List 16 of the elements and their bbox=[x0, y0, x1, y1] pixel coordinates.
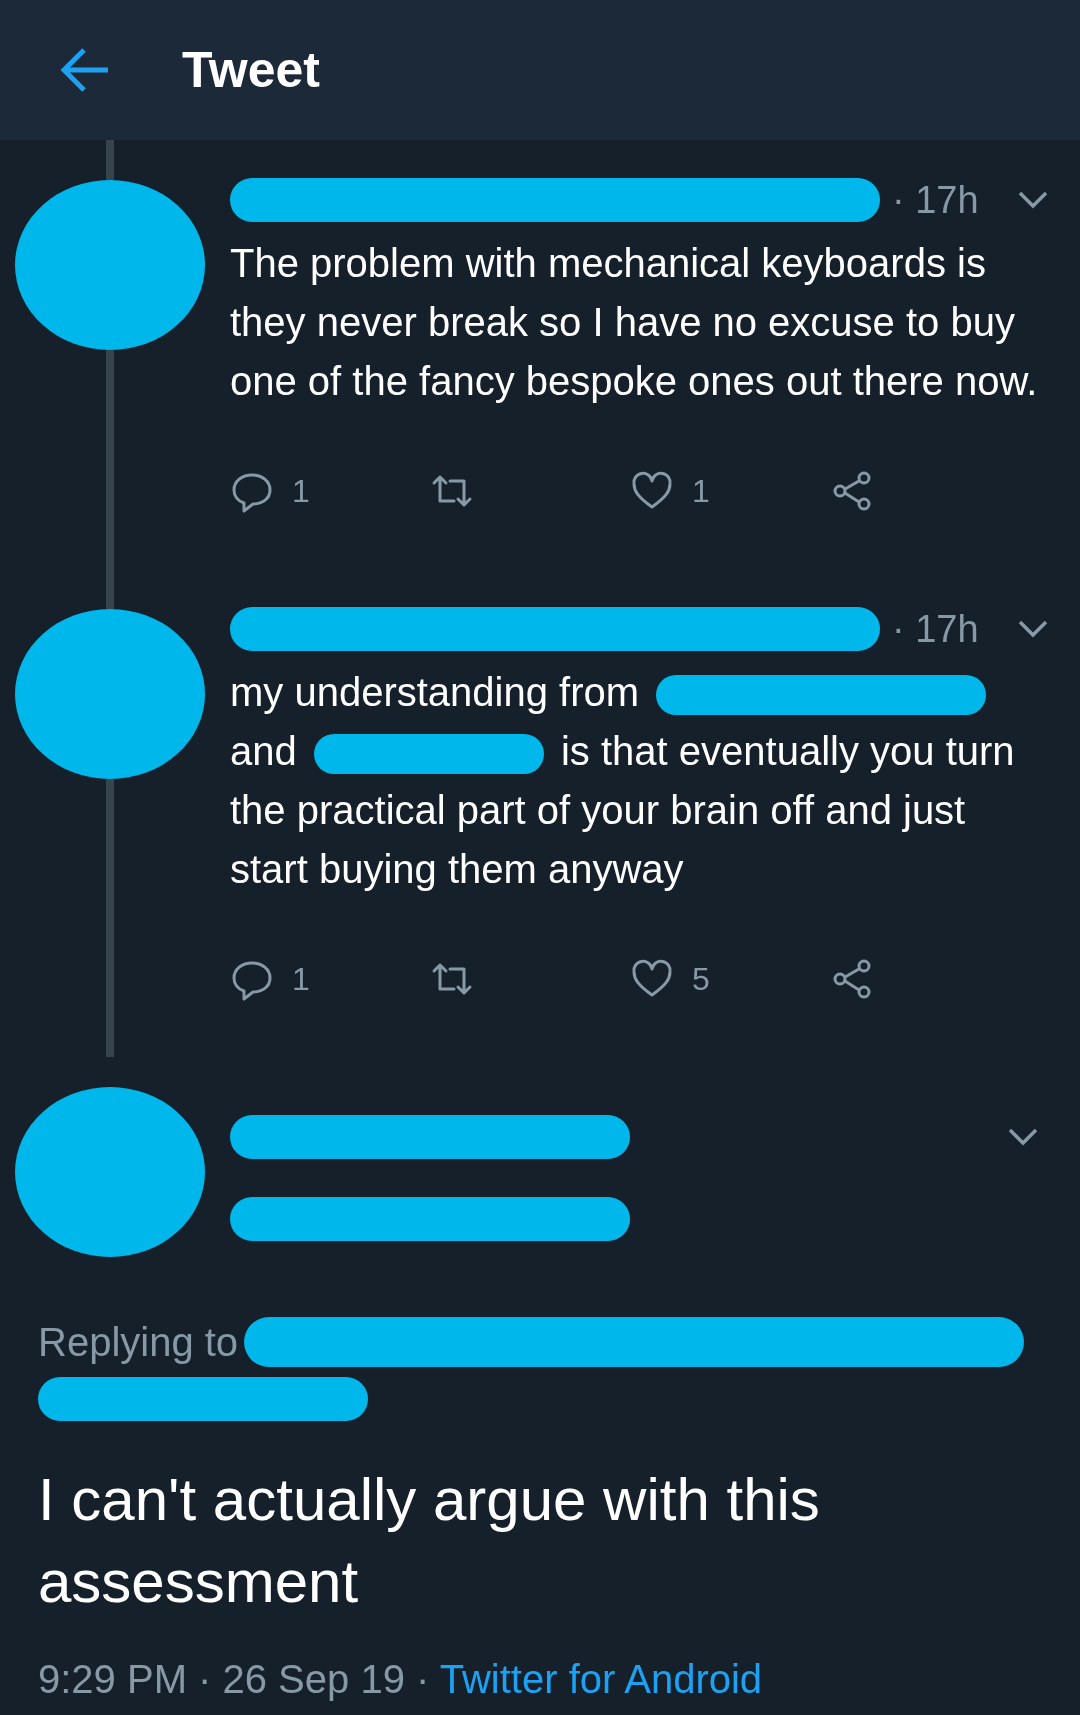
replying-label: Replying to bbox=[38, 1319, 239, 1365]
action-count: 1 bbox=[692, 472, 710, 510]
tweet-time: · 17h bbox=[892, 607, 979, 651]
chevron-down-icon[interactable] bbox=[1016, 618, 1050, 640]
source-link[interactable]: Twitter for Android bbox=[439, 1657, 763, 1701]
tweet-text: I can't actually argue with this assessment bbox=[38, 1465, 821, 1617]
tweet-time: · 17h bbox=[892, 178, 979, 222]
chevron-down-icon[interactable] bbox=[1006, 1126, 1040, 1148]
tweet-text: The problem with mechanical keyboards is they never break so I have no excuse to buy one of the fancy bespoke ones out there now. bbox=[230, 240, 1039, 405]
tweet-text: my understanding from and is that eventually you turn the practical part of your brain off and just start buying them anyway bbox=[230, 669, 1016, 893]
chevron-down-icon[interactable] bbox=[1016, 189, 1050, 211]
action-count: 5 bbox=[692, 960, 710, 998]
action-count: 1 bbox=[292, 960, 310, 998]
page-title: Tweet bbox=[182, 41, 320, 99]
tweet-timestamp: 9:29 PM · 26 Sep 19 · Twitter for Android bbox=[38, 1657, 764, 1702]
action-count: 1 bbox=[292, 472, 310, 510]
